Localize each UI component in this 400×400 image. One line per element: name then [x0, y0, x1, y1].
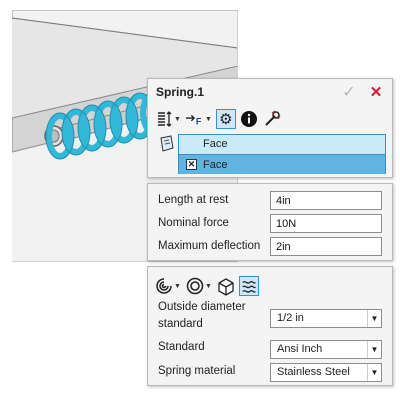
tools-button[interactable] — [262, 109, 282, 129]
spring-end-icon — [186, 277, 204, 295]
selection-list[interactable]: Face ✕ Face — [178, 134, 386, 174]
outside-diameter-label-line1: Outside diameter — [158, 301, 246, 313]
standard-select[interactable]: Ansi Inch ▼ — [270, 340, 382, 359]
checkmark-icon: ✓ — [342, 84, 356, 101]
force-icon: F — [185, 114, 202, 126]
spring-end-button[interactable] — [185, 276, 205, 296]
ok-button[interactable]: ✓ — [339, 83, 359, 103]
standard-label: Standard — [158, 341, 205, 353]
dialog-toolbar: ▼ F ▼ ⚙ — [154, 109, 285, 129]
remove-selection-icon[interactable]: ✕ — [186, 159, 197, 170]
tools-icon — [265, 110, 281, 126]
spring-type-button[interactable] — [154, 109, 174, 129]
cube-button[interactable] — [216, 276, 236, 296]
nominal-force-input[interactable] — [270, 214, 382, 233]
selection-item-face-1[interactable]: Face — [179, 135, 385, 154]
maximum-deflection-label: Maximum deflection — [158, 240, 261, 252]
info-icon — [240, 111, 257, 127]
standard-toolbar: ▼ ▼ — [154, 275, 262, 297]
svg-text:F: F — [196, 116, 202, 126]
outside-diameter-label-line2: standard — [158, 318, 203, 330]
selection-item-face-2[interactable]: ✕ Face — [179, 154, 385, 174]
chevron-down-icon: ▼ — [367, 364, 381, 381]
spring-graph-button[interactable] — [238, 276, 259, 296]
spring-type-dropdown-icon[interactable]: ▼ — [174, 116, 181, 123]
spring-end-dropdown-icon[interactable]: ▼ — [205, 283, 212, 290]
settings-button[interactable]: ⚙ — [215, 109, 236, 129]
chevron-down-icon: ▼ — [367, 341, 381, 358]
settings-gear-icon: ⚙ — [219, 111, 233, 128]
force-dropdown-icon[interactable]: ▼ — [205, 116, 212, 123]
close-button[interactable]: ✕ — [366, 83, 386, 103]
spring-dialog: Spring.1 ✓ ✕ ▼ F ▼ ⚙ Face ✕ Face — [147, 78, 393, 178]
maximum-deflection-input[interactable] — [270, 237, 382, 256]
info-button[interactable] — [239, 109, 259, 129]
nominal-force-label: Nominal force — [158, 217, 229, 229]
force-button[interactable]: F — [185, 109, 205, 129]
spring-material-label: Spring material — [158, 365, 236, 377]
chevron-down-icon: ▼ — [367, 310, 381, 327]
length-at-rest-label: Length at rest — [158, 194, 229, 206]
spring-standard-panel: ▼ ▼ Outside diameter standard 1/2 in ▼ S… — [147, 266, 393, 386]
spring-graph-icon — [242, 281, 256, 293]
spring-type-icon — [158, 111, 172, 127]
cube-icon — [218, 278, 234, 296]
length-at-rest-input[interactable] — [270, 191, 382, 210]
spring-material-select[interactable]: Stainless Steel ▼ — [270, 363, 382, 382]
spring-parameters-panel: Length at rest Nominal force Maximum def… — [147, 183, 393, 261]
spring-shape-icon — [156, 278, 172, 294]
face-selection-icon[interactable] — [158, 135, 176, 153]
outside-diameter-select[interactable]: 1/2 in ▼ — [270, 309, 382, 328]
close-icon: ✕ — [369, 84, 383, 101]
dialog-title: Spring.1 — [156, 85, 205, 99]
spring-shape-dropdown-icon[interactable]: ▼ — [174, 283, 181, 290]
spring-shape-button[interactable] — [154, 276, 174, 296]
